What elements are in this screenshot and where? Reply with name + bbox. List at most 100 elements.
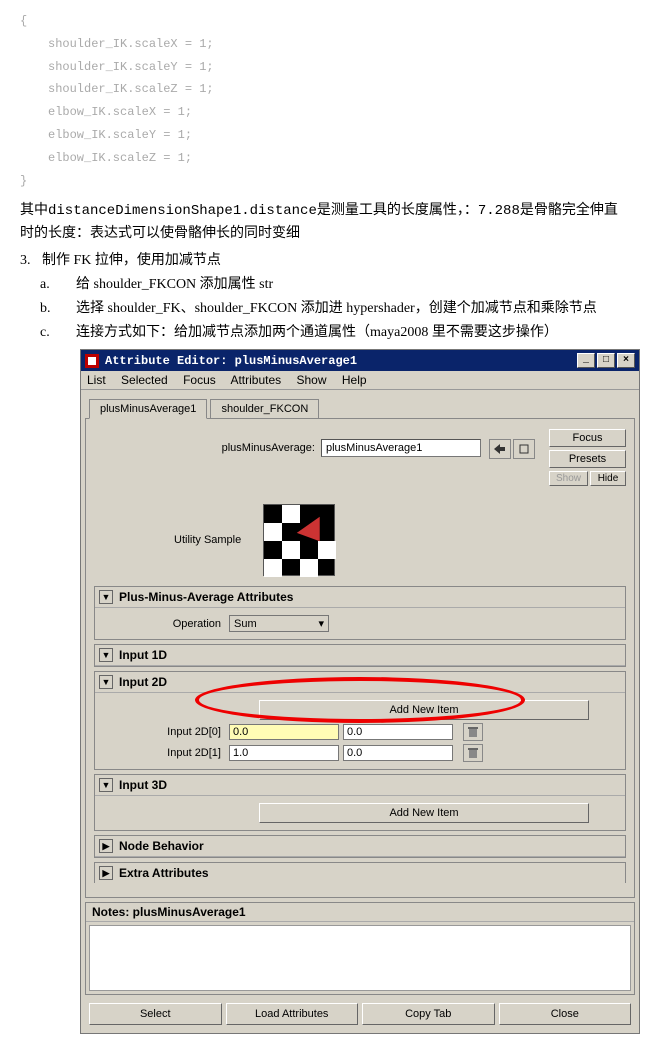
menu-focus[interactable]: Focus [183, 373, 216, 387]
code-line: elbow_IK.scaleZ = 1; [20, 147, 630, 170]
titlebar[interactable]: Attribute Editor: plusMinusAverage1 _ □ … [81, 350, 639, 371]
code-line: shoulder_IK.scaleZ = 1; [20, 78, 630, 101]
window-title: Attribute Editor: plusMinusAverage1 [105, 354, 357, 368]
sub-letter: c. [58, 325, 76, 341]
disclosure-icon[interactable]: ▼ [99, 778, 113, 792]
utility-sample-swatch[interactable] [263, 504, 335, 576]
presets-button[interactable]: Presets [549, 450, 626, 468]
disclosure-icon[interactable]: ▼ [99, 590, 113, 604]
code-line: elbow_IK.scaleY = 1; [20, 124, 630, 147]
disclosure-icon[interactable]: ▼ [99, 675, 113, 689]
app-icon [85, 354, 99, 368]
add-new-item-3d-button[interactable]: Add New Item [259, 803, 589, 823]
sub-text: 连接方式如下：给加减节点添加两个通道属性（maya2008 里不需要这步操作） [76, 325, 558, 340]
sub-text: 选择 shoulder_FK、shoulder_FKCON 添加进 hypers… [76, 301, 597, 316]
maximize-button[interactable]: □ [597, 353, 615, 368]
attribute-editor-window: Attribute Editor: plusMinusAverage1 _ □ … [80, 349, 640, 1034]
brace-open: { [20, 10, 630, 33]
attribute-panel: plusMinusAverage: Focus Presets Show [85, 418, 635, 898]
show-button[interactable]: Show [549, 471, 588, 486]
section-title: Plus-Minus-Average Attributes [119, 590, 293, 604]
notes-header: Notes: plusMinusAverage1 [86, 903, 634, 922]
operation-value: Sum [234, 618, 257, 630]
list-number: 3. [20, 253, 42, 269]
sub-letter: b. [58, 301, 76, 317]
section-header-node-behavior[interactable]: ▶ Node Behavior [95, 836, 625, 857]
section-header-input-2d[interactable]: ▼ Input 2D [95, 672, 625, 693]
input-2d-1-y[interactable] [343, 745, 453, 761]
select-button[interactable]: Select [89, 1003, 222, 1025]
input-2d-0-x[interactable] [229, 724, 339, 740]
list-item-3b: b.选择 shoulder_FK、shoulder_FKCON 添加进 hype… [58, 297, 630, 317]
disclosure-icon[interactable]: ▶ [99, 866, 113, 880]
tab-plusminusaverage1[interactable]: plusMinusAverage1 [89, 399, 207, 419]
section-header-input-1d[interactable]: ▼ Input 1D [95, 645, 625, 666]
menubar: List Selected Focus Attributes Show Help [81, 371, 639, 390]
brace-close: } [20, 170, 630, 193]
node-name-input[interactable] [321, 439, 481, 457]
para1-mid: 是测量工具的长度属性，： [317, 203, 478, 218]
section-input-2d: ▼ Input 2D Add New Item Input 2D[0] [94, 671, 626, 770]
menu-help[interactable]: Help [342, 373, 367, 387]
paragraph-1: 其中distanceDimensionShape1.distance是测量工具的… [20, 200, 630, 245]
section-title: Input 3D [119, 778, 167, 792]
operation-select[interactable]: Sum ▾ [229, 615, 329, 632]
section-title: Node Behavior [119, 839, 204, 853]
section-header-pma[interactable]: ▼ Plus-Minus-Average Attributes [95, 587, 625, 608]
section-title: Input 2D [119, 675, 167, 689]
code-line: shoulder_IK.scaleY = 1; [20, 56, 630, 79]
section-input-3d: ▼ Input 3D Add New Item [94, 774, 626, 831]
code-block: { shoulder_IK.scaleX = 1; shoulder_IK.sc… [20, 10, 630, 192]
menu-attributes[interactable]: Attributes [230, 373, 281, 387]
code-line: shoulder_IK.scaleX = 1; [20, 33, 630, 56]
nav-select-icon[interactable] [513, 439, 535, 459]
input-2d-1-x[interactable] [229, 745, 339, 761]
section-pma-attributes: ▼ Plus-Minus-Average Attributes Operatio… [94, 586, 626, 640]
input-2d-1-label: Input 2D[1] [101, 747, 221, 759]
input-2d-0-y[interactable] [343, 724, 453, 740]
code-line: elbow_IK.scaleX = 1; [20, 101, 630, 124]
minimize-button[interactable]: _ [577, 353, 595, 368]
para1-code: distanceDimensionShape1.distance [48, 203, 317, 219]
section-header-input-3d[interactable]: ▼ Input 3D [95, 775, 625, 796]
hide-button[interactable]: Hide [590, 471, 626, 486]
operation-label: Operation [101, 618, 221, 630]
nav-back-icon[interactable] [489, 439, 511, 459]
tab-bar: plusMinusAverage1 shoulder_FKCON [85, 394, 635, 418]
load-attributes-button[interactable]: Load Attributes [226, 1003, 359, 1025]
notes-textarea[interactable] [89, 925, 631, 991]
para1-num: 7.288 [478, 203, 520, 219]
delete-2d-0-button[interactable] [463, 723, 483, 741]
list-item-3: 3.制作 FK 拉伸，使用加减节点 [20, 249, 630, 269]
list-item-3c: c.连接方式如下：给加减节点添加两个通道属性（maya2008 里不需要这步操作… [58, 321, 630, 341]
notes-section: Notes: plusMinusAverage1 [85, 902, 635, 995]
section-title: Input 1D [119, 648, 167, 662]
para1-pre: 其中 [20, 203, 48, 218]
section-extra-attributes: ▶ Extra Attributes [94, 862, 626, 883]
list-text: 制作 FK 拉伸，使用加减节点 [42, 253, 221, 268]
sub-letter: a. [58, 277, 76, 293]
node-name-label: plusMinusAverage: [222, 442, 315, 454]
menu-selected[interactable]: Selected [121, 373, 168, 387]
disclosure-icon[interactable]: ▶ [99, 839, 113, 853]
close-button[interactable]: Close [499, 1003, 632, 1025]
tab-shoulder-fkcon[interactable]: shoulder_FKCON [210, 399, 319, 418]
focus-button[interactable]: Focus [549, 429, 626, 447]
input-2d-0-label: Input 2D[0] [101, 726, 221, 738]
menu-list[interactable]: List [87, 373, 106, 387]
close-window-button[interactable]: × [617, 353, 635, 368]
copy-tab-button[interactable]: Copy Tab [362, 1003, 495, 1025]
footer-buttons: Select Load Attributes Copy Tab Close [85, 999, 635, 1029]
list-item-3a: a.给 shoulder_FKCON 添加属性 str [58, 273, 630, 293]
add-new-item-2d-button[interactable]: Add New Item [259, 700, 589, 720]
chevron-down-icon: ▾ [318, 617, 324, 630]
utility-sample-label: Utility Sample [174, 534, 241, 546]
delete-2d-1-button[interactable] [463, 744, 483, 762]
section-node-behavior: ▶ Node Behavior [94, 835, 626, 858]
disclosure-icon[interactable]: ▼ [99, 648, 113, 662]
section-input-1d: ▼ Input 1D [94, 644, 626, 667]
section-title: Extra Attributes [119, 866, 209, 880]
sub-text: 给 shoulder_FKCON 添加属性 str [76, 277, 273, 292]
section-header-extra[interactable]: ▶ Extra Attributes [95, 863, 625, 883]
menu-show[interactable]: Show [296, 373, 326, 387]
